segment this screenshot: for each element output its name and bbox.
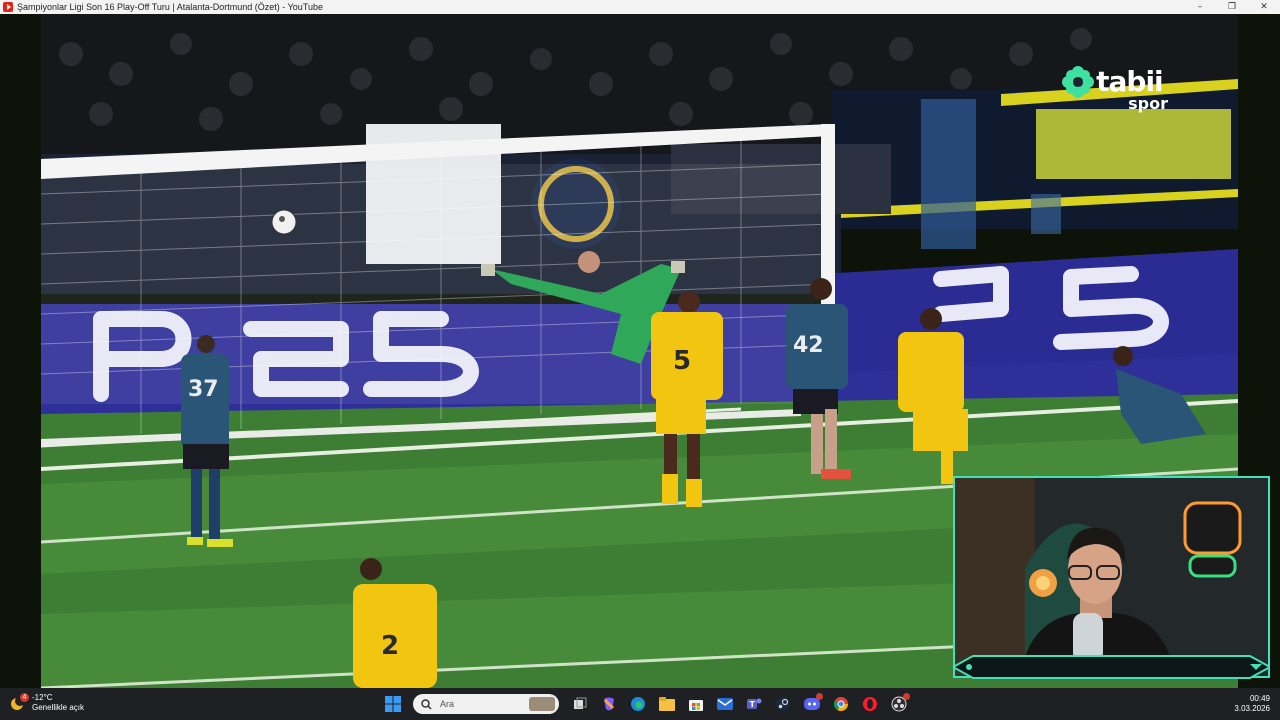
webcam-overlay (953, 476, 1270, 678)
svg-text:T: T (749, 700, 755, 709)
streamer-webcam (955, 478, 1268, 676)
notification-dot (902, 693, 910, 700)
system-clock[interactable]: 00:49 3.03.2026 (1234, 694, 1270, 714)
weather-badge: 4 (20, 693, 29, 702)
start-icon[interactable] (381, 692, 405, 716)
weather-widget[interactable]: 4 -12°C Genellikle açık (10, 693, 84, 713)
chrome-icon[interactable] (829, 692, 853, 716)
opera-icon[interactable] (858, 692, 882, 716)
teams-icon[interactable]: T (742, 692, 766, 716)
window-title: Şampiyonlar Ligi Son 16 Play-Off Turu | … (17, 2, 323, 12)
steam-icon[interactable] (771, 692, 795, 716)
broadcaster-logo: tabii spor (1062, 66, 1168, 113)
close-icon[interactable]: ✕ (1248, 0, 1280, 14)
search-input[interactable]: Ara (413, 694, 559, 714)
player-number: 5 (673, 346, 691, 376)
task-view-icon[interactable] (568, 692, 592, 716)
window-controls: – ❐ ✕ (1184, 0, 1280, 14)
temperature: -12°C (32, 693, 53, 702)
youtube-icon (3, 2, 13, 12)
window-titlebar: Şampiyonlar Ligi Son 16 Play-Off Turu | … (0, 0, 1280, 14)
discord-icon[interactable] (800, 692, 824, 716)
search-highlight-image (529, 697, 555, 711)
brand-sub: spor (1128, 94, 1168, 113)
maximize-icon[interactable]: ❐ (1216, 0, 1248, 14)
minimize-icon[interactable]: – (1184, 0, 1216, 14)
taskbar-apps: Ara T (378, 692, 913, 716)
file-explorer-icon[interactable] (655, 692, 679, 716)
brand-name: tabii (1096, 65, 1164, 98)
clock-time: 00:49 (1249, 694, 1270, 703)
video-player[interactable]: 37 42 5 2 tabii spor (0, 14, 1280, 688)
obs-icon[interactable] (887, 692, 911, 716)
player-number: 37 (188, 377, 219, 402)
weather-moon-icon: 4 (10, 693, 29, 711)
search-icon (421, 698, 432, 710)
mail-icon[interactable] (713, 692, 737, 716)
notification-dot (815, 693, 823, 700)
player-number: 2 (381, 631, 399, 661)
edge-icon[interactable] (626, 692, 650, 716)
clock-date: 3.03.2026 (1234, 704, 1270, 713)
windows-taskbar: 4 -12°C Genellikle açık Ara T 00:49 3.03… (0, 688, 1280, 720)
microsoft-store-icon[interactable] (684, 692, 708, 716)
weather-status: Genellikle açık (32, 703, 85, 712)
tabii-flower-icon (1062, 66, 1095, 98)
player-number: 42 (793, 333, 824, 358)
webcam-frame-decoration (953, 655, 1270, 679)
search-placeholder: Ara (440, 699, 455, 709)
copilot-icon[interactable] (597, 692, 621, 716)
